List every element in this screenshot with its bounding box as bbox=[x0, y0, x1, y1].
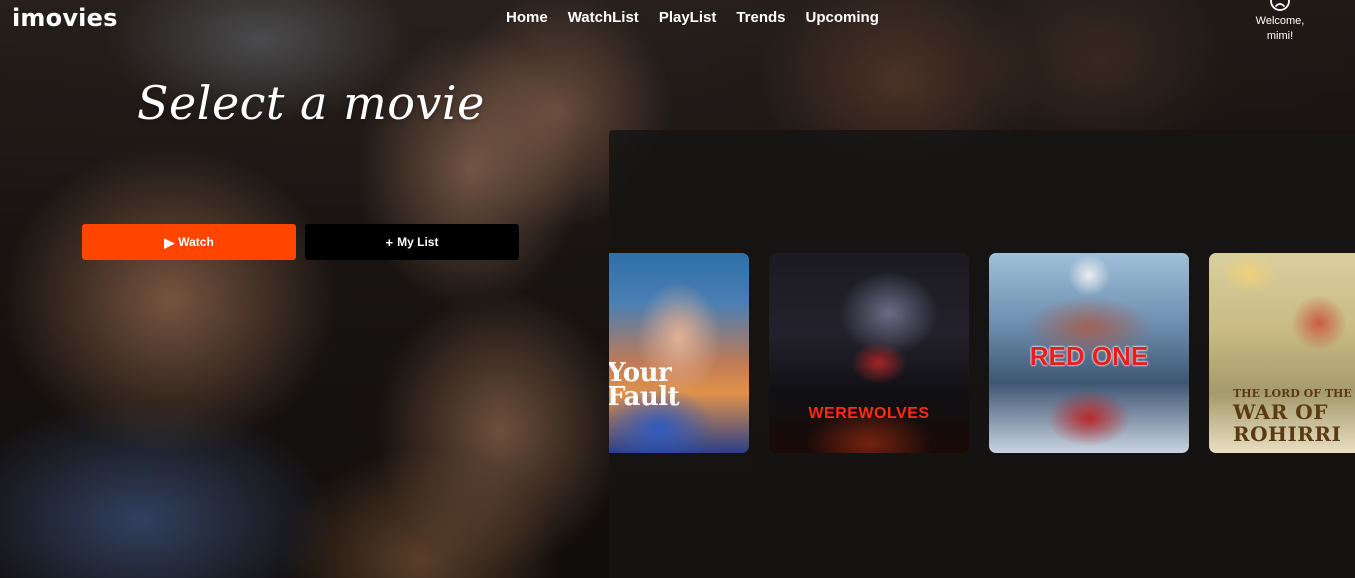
user-circle-icon[interactable] bbox=[1269, 0, 1291, 12]
nav-playlist[interactable]: PlayList bbox=[659, 9, 717, 26]
poster-title: Your Fault bbox=[609, 358, 680, 412]
add-to-my-list-button[interactable]: + My List bbox=[305, 224, 519, 260]
poster-title: THE LORD OF THE R WAR OF ROHIRRI bbox=[1233, 387, 1355, 446]
nav-home[interactable]: Home bbox=[506, 9, 548, 26]
play-icon: ▶ bbox=[164, 234, 175, 250]
plus-icon: + bbox=[385, 234, 394, 250]
watch-button-label: Watch bbox=[178, 235, 214, 249]
nav-upcoming[interactable]: Upcoming bbox=[806, 9, 879, 26]
poster-title: RED ONE bbox=[1029, 341, 1149, 371]
site-logo[interactable]: imovies bbox=[12, 4, 118, 32]
poster-row: Your Fault WEREWOLVES RED ONE THE LORD O… bbox=[609, 253, 1355, 453]
username-text: mimi! bbox=[1266, 30, 1294, 42]
nav-watchlist[interactable]: WatchList bbox=[568, 9, 639, 26]
movie-poster-werewolves[interactable]: WEREWOLVES bbox=[769, 253, 969, 453]
user-menu[interactable]: Welcome, mimi! bbox=[1244, 0, 1316, 44]
movie-poster-war-of-the-rohirrim[interactable]: THE LORD OF THE R WAR OF ROHIRRI bbox=[1209, 253, 1355, 453]
page-title: Select a movie bbox=[137, 76, 485, 130]
welcome-text: Welcome, bbox=[1255, 15, 1305, 27]
movie-poster-your-fault[interactable]: Your Fault bbox=[609, 253, 749, 453]
movie-carousel-panel: Your Fault WEREWOLVES RED ONE THE LORD O… bbox=[609, 130, 1355, 578]
poster-title: WEREWOLVES bbox=[808, 405, 930, 422]
movie-poster-red-one[interactable]: RED ONE bbox=[989, 253, 1189, 453]
watch-button[interactable]: ▶ Watch bbox=[82, 224, 296, 260]
nav-trends[interactable]: Trends bbox=[736, 9, 785, 26]
main-nav: Home WatchList PlayList Trends Upcoming bbox=[506, 9, 899, 26]
my-list-button-label: My List bbox=[397, 235, 439, 249]
